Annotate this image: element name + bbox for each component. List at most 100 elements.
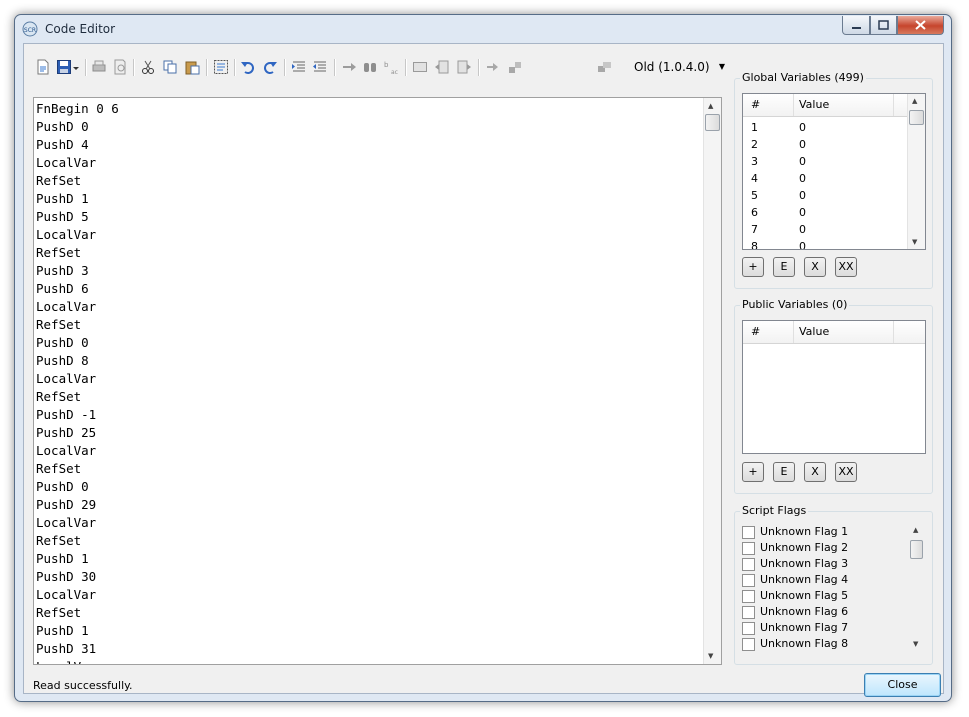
global-edit-button[interactable]: E	[773, 257, 795, 277]
scroll-up-icon[interactable]: ▲	[912, 97, 917, 105]
save-icon[interactable]	[56, 59, 72, 75]
list-item[interactable]: 60	[743, 204, 908, 221]
list-item[interactable]: 80	[743, 238, 908, 249]
code-line[interactable]: PushD 31	[36, 640, 119, 658]
code-line[interactable]: PushD 8	[36, 352, 119, 370]
code-text[interactable]: FnBegin 0 6 PushD 0 PushD 4 LocalVar RefSet P…	[36, 100, 119, 664]
code-line[interactable]: LocalVar	[36, 298, 119, 316]
global-delete-button[interactable]: X	[804, 257, 826, 277]
scrollbar-thumb[interactable]	[910, 540, 923, 559]
code-line[interactable]: PushD -1	[36, 406, 119, 424]
code-line[interactable]: PushD 0	[36, 118, 119, 136]
code-line[interactable]: PushD 6	[36, 280, 119, 298]
code-editor-area[interactable]: FnBegin 0 6 PushD 0 PushD 4 LocalVar RefSet P…	[33, 97, 722, 665]
code-line[interactable]: LocalVar	[36, 514, 119, 532]
scroll-up-icon[interactable]: ▲	[708, 102, 713, 110]
flag-checkbox[interactable]	[742, 590, 755, 603]
dropdown-icon[interactable]	[72, 59, 80, 75]
code-line[interactable]: PushD 0	[36, 478, 119, 496]
code-line[interactable]: LocalVar	[36, 370, 119, 388]
copy-icon[interactable]	[162, 59, 178, 75]
minimize-button[interactable]	[842, 16, 870, 35]
column-header-value[interactable]: Value	[799, 325, 829, 338]
flag-checkbox[interactable]	[742, 574, 755, 587]
code-line[interactable]: PushD 1	[36, 622, 119, 640]
code-line[interactable]: PushD 29	[36, 496, 119, 514]
select-all-icon[interactable]	[213, 59, 229, 75]
block-icon[interactable]	[507, 59, 523, 75]
list-item[interactable]: 50	[743, 187, 908, 204]
column-header-value[interactable]: Value	[799, 98, 829, 111]
global-variables-list[interactable]: # Value 1020304050607080 ▲ ▼	[742, 93, 926, 250]
code-line[interactable]: FnBegin 0 6	[36, 100, 119, 118]
public-delete-all-button[interactable]: XX	[835, 462, 857, 482]
code-line[interactable]: PushD 30	[36, 568, 119, 586]
flag-checkbox[interactable]	[742, 526, 755, 539]
replace-icon[interactable]: bac	[383, 59, 399, 75]
list-item[interactable]: 10	[743, 119, 908, 136]
code-line[interactable]: LocalVar	[36, 586, 119, 604]
indent-icon[interactable]	[291, 59, 307, 75]
public-delete-button[interactable]: X	[804, 462, 826, 482]
code-line[interactable]: LocalVar	[36, 442, 119, 460]
bookmark-prev-icon[interactable]	[434, 59, 450, 75]
version-select[interactable]: Old (1.0.4.0) ▼	[598, 55, 728, 79]
code-line[interactable]: RefSet	[36, 388, 119, 406]
print-icon[interactable]	[91, 59, 107, 75]
scroll-down-icon[interactable]: ▼	[912, 238, 917, 246]
code-line[interactable]: RefSet	[36, 172, 119, 190]
flag-checkbox[interactable]	[742, 606, 755, 619]
cut-icon[interactable]	[140, 59, 156, 75]
code-line[interactable]: PushD 4	[36, 136, 119, 154]
paste-icon[interactable]	[184, 59, 200, 75]
insert-icon[interactable]	[485, 59, 501, 75]
code-line[interactable]: PushD 3	[36, 262, 119, 280]
window-close-button[interactable]	[897, 16, 944, 35]
flag-checkbox[interactable]	[742, 622, 755, 635]
new-icon[interactable]	[35, 59, 51, 75]
flag-checkbox[interactable]	[742, 558, 755, 571]
scrollbar-thumb[interactable]	[909, 110, 924, 125]
code-line[interactable]: RefSet	[36, 460, 119, 478]
maximize-button[interactable]	[870, 16, 897, 35]
global-add-button[interactable]: +	[742, 257, 764, 277]
redo-icon[interactable]	[262, 59, 278, 75]
close-button[interactable]: Close	[864, 673, 941, 697]
scroll-up-icon[interactable]: ▲	[913, 526, 918, 534]
global-variables-scrollbar[interactable]: ▲ ▼	[907, 94, 925, 249]
column-header-number[interactable]: #	[751, 98, 760, 111]
find-icon[interactable]	[362, 59, 378, 75]
code-line[interactable]: RefSet	[36, 244, 119, 262]
code-line[interactable]: LocalVar	[36, 154, 119, 172]
print-preview-icon[interactable]	[112, 59, 128, 75]
global-delete-all-button[interactable]: XX	[835, 257, 857, 277]
public-edit-button[interactable]: E	[773, 462, 795, 482]
flag-checkbox[interactable]	[742, 638, 755, 651]
comment-icon[interactable]	[412, 59, 428, 75]
public-variables-list[interactable]: # Value	[742, 320, 926, 454]
bookmark-next-icon[interactable]	[456, 59, 472, 75]
list-item[interactable]: 70	[743, 221, 908, 238]
code-line[interactable]: PushD 0	[36, 334, 119, 352]
title-bar[interactable]: SCR Code Editor	[15, 15, 951, 43]
scroll-down-icon[interactable]: ▼	[708, 652, 713, 660]
flag-checkbox[interactable]	[742, 542, 755, 555]
list-item[interactable]: 20	[743, 136, 908, 153]
code-line[interactable]: PushD 1	[36, 550, 119, 568]
code-line[interactable]: PushD 5	[36, 208, 119, 226]
code-line[interactable]: PushD 25	[36, 424, 119, 442]
code-line[interactable]: LocalVar	[36, 658, 119, 664]
scroll-down-icon[interactable]: ▼	[913, 640, 918, 648]
list-item[interactable]: 40	[743, 170, 908, 187]
code-line[interactable]: RefSet	[36, 316, 119, 334]
code-line[interactable]: PushD 1	[36, 190, 119, 208]
public-add-button[interactable]: +	[742, 462, 764, 482]
code-line[interactable]: RefSet	[36, 532, 119, 550]
outdent-icon[interactable]	[312, 59, 328, 75]
undo-icon[interactable]	[240, 59, 256, 75]
column-header-number[interactable]: #	[751, 325, 760, 338]
code-line[interactable]: LocalVar	[36, 226, 119, 244]
script-flags-scrollbar[interactable]: ▲ ▼	[909, 524, 924, 650]
scrollbar-thumb[interactable]	[705, 114, 720, 131]
list-item[interactable]: 30	[743, 153, 908, 170]
